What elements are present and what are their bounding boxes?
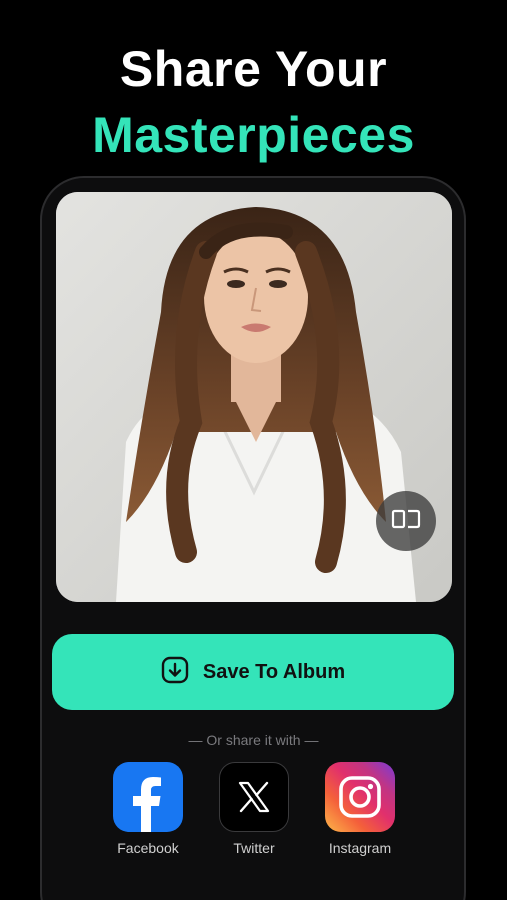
download-icon	[161, 656, 189, 689]
share-label-facebook: Facebook	[117, 840, 179, 856]
facebook-icon	[113, 762, 183, 832]
share-instagram-button[interactable]: Instagram	[315, 762, 405, 856]
share-label-instagram: Instagram	[328, 840, 392, 856]
share-facebook-button[interactable]: Facebook	[103, 762, 193, 856]
share-caption: — Or share it with —	[188, 732, 319, 748]
share-twitter-button[interactable]: Twitter	[209, 762, 299, 856]
headline-line-2: Masterpieces	[92, 107, 415, 163]
x-twitter-icon	[219, 762, 289, 832]
share-label-twitter: Twitter	[233, 840, 275, 856]
compare-icon	[391, 508, 421, 535]
save-button-label: Save To Album	[202, 660, 346, 683]
compare-button[interactable]	[376, 491, 436, 551]
instagram-icon	[325, 762, 395, 832]
headline-line-1: Share Your	[119, 41, 388, 97]
save-to-album-button[interactable]: Save To Album	[52, 634, 454, 710]
